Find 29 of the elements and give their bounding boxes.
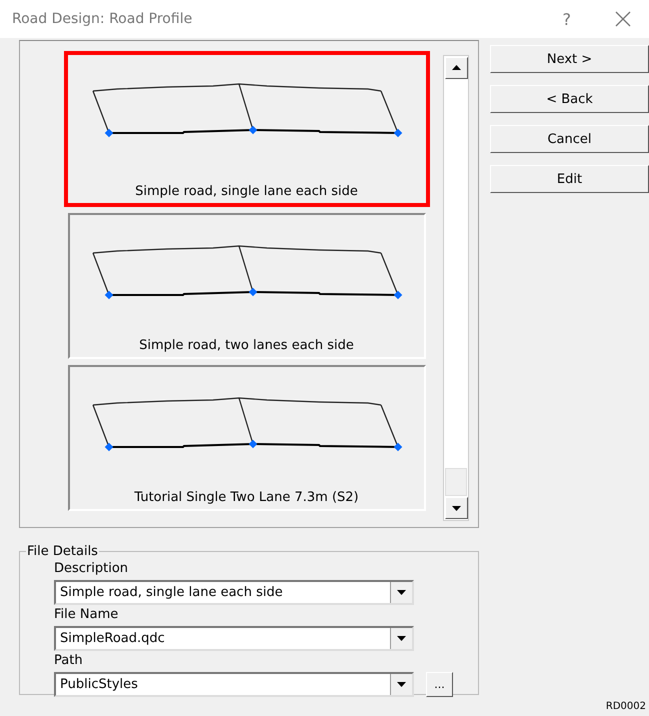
profile-caption: Tutorial Single Two Lane 7.3m (S2) bbox=[134, 490, 359, 505]
dialog-button[interactable]: Next > bbox=[490, 45, 649, 73]
dialog-code: RD0002 bbox=[606, 701, 646, 712]
vertical-scrollbar[interactable] bbox=[443, 55, 469, 521]
browse-button[interactable]: ... bbox=[426, 672, 453, 697]
field-label: Description bbox=[54, 561, 130, 576]
field-label: Path bbox=[54, 653, 84, 668]
scroll-down-icon[interactable] bbox=[445, 497, 468, 519]
field-label: File Name bbox=[54, 607, 120, 622]
dialog-button[interactable]: Edit bbox=[490, 165, 649, 193]
dropdown-caret-icon[interactable] bbox=[390, 628, 412, 649]
dialog-button[interactable]: Cancel bbox=[490, 125, 649, 153]
close-icon[interactable] bbox=[615, 11, 631, 27]
profile-caption: Simple road, single lane each side bbox=[135, 184, 358, 199]
group-title: File Details bbox=[26, 544, 99, 559]
help-button[interactable]: ? bbox=[562, 10, 571, 28]
scroll-thumb[interactable] bbox=[445, 468, 467, 496]
profile-tile[interactable]: Simple road, two lanes each side bbox=[68, 213, 426, 359]
dropdown-field[interactable]: Simple road, single lane each side bbox=[54, 580, 414, 605]
window-title: Road Design: Road Profile bbox=[12, 11, 194, 27]
profile-caption: Simple road, two lanes each side bbox=[139, 338, 354, 353]
dropdown-field[interactable]: SimpleRoad.qdc bbox=[54, 626, 414, 651]
dropdown-caret-icon[interactable] bbox=[390, 582, 412, 603]
profile-tile[interactable]: Simple road, single lane each side bbox=[64, 51, 430, 207]
dropdown-caret-icon[interactable] bbox=[390, 674, 412, 695]
profile-tile[interactable]: Tutorial Single Two Lane 7.3m (S2) bbox=[68, 365, 426, 511]
dropdown-field[interactable]: PublicStyles bbox=[54, 672, 414, 697]
scroll-up-icon[interactable] bbox=[445, 57, 468, 79]
dialog-button[interactable]: < Back bbox=[490, 85, 649, 113]
